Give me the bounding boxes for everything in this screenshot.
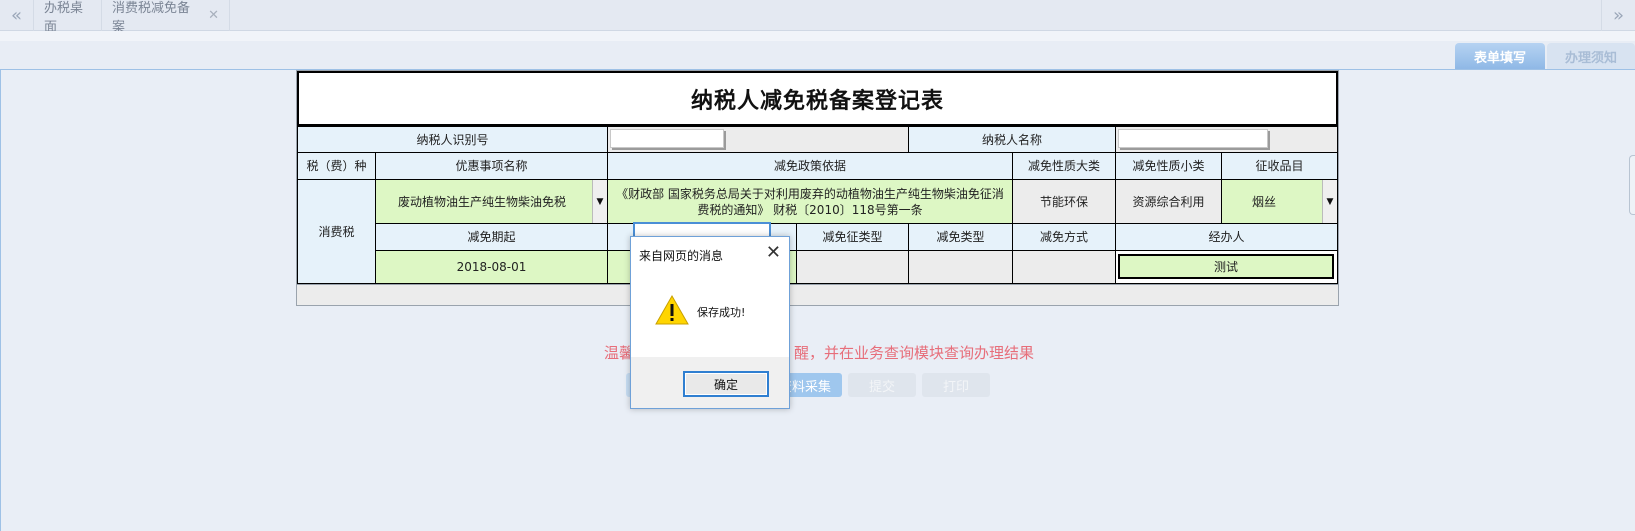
policy-basis-cell: 《财政部 国家税务总局关于对利用废弃的动植物油生产纯生物柴油免征消费税的通知》 … bbox=[607, 179, 1013, 224]
start-date-field[interactable]: 2018-08-01 bbox=[375, 250, 608, 284]
form-footer-row bbox=[297, 284, 1338, 305]
tab-scroll-left-icon[interactable]: « bbox=[0, 0, 34, 31]
preference-item-value: 废动植物油生产纯生物柴油免税 bbox=[398, 194, 567, 209]
preference-item-header: 优惠事项名称 bbox=[375, 152, 608, 180]
reduction-method-header: 减免方式 bbox=[1012, 223, 1116, 251]
handler-input[interactable]: 测试 bbox=[1118, 254, 1334, 279]
dialog-title: 来自网页的消息 bbox=[639, 249, 724, 263]
alert-dialog: 来自网页的消息 ✕ 保存成功! 确定 bbox=[630, 236, 790, 409]
nature-minor-cell: 资源综合利用 bbox=[1115, 179, 1222, 224]
print-button-label: 打印 bbox=[942, 379, 969, 395]
close-icon[interactable]: ✕ bbox=[766, 242, 781, 263]
tab-bar: « 办税桌面 消费税减免备案 ✕ » bbox=[0, 0, 1635, 35]
submit-button-label: 提交 bbox=[868, 379, 895, 395]
tab-label: 消费税减免备案 bbox=[112, 0, 191, 35]
tab-tax-desktop[interactable]: 办税桌面 bbox=[34, 0, 102, 35]
print-button[interactable]: 打印 bbox=[922, 373, 990, 397]
levy-type-cell bbox=[796, 250, 909, 284]
tab-notice[interactable]: 办理须知 bbox=[1547, 43, 1635, 69]
warning-icon bbox=[655, 294, 689, 325]
start-date-header: 减免期起 bbox=[375, 223, 608, 251]
reduction-type-cell bbox=[908, 250, 1013, 284]
nature-major-header: 减免性质大类 bbox=[1012, 152, 1116, 180]
handler-header: 经办人 bbox=[1115, 223, 1338, 251]
chevron-down-icon[interactable]: ▼ bbox=[592, 180, 607, 223]
nature-minor-header: 减免性质小类 bbox=[1115, 152, 1222, 180]
policy-basis-header: 减免政策依据 bbox=[607, 152, 1013, 180]
levy-type-header: 减免征类型 bbox=[796, 223, 909, 251]
tab-form-fill[interactable]: 表单填写 bbox=[1455, 43, 1545, 69]
reduction-type-header: 减免类型 bbox=[908, 223, 1013, 251]
reduction-method-cell bbox=[1012, 250, 1116, 284]
ok-button[interactable]: 确定 bbox=[683, 371, 769, 397]
levy-item-header: 征收品目 bbox=[1221, 152, 1338, 180]
taxpayer-id-label: 纳税人识别号 bbox=[297, 126, 608, 153]
levy-item-value: 烟丝 bbox=[1252, 194, 1277, 209]
dialog-message: 保存成功! bbox=[697, 306, 746, 319]
taxpayer-name-label: 纳税人名称 bbox=[908, 126, 1116, 153]
taxpayer-id-input[interactable] bbox=[610, 129, 724, 148]
taxpayer-name-input[interactable] bbox=[1118, 129, 1268, 148]
toolbar-strip bbox=[0, 31, 1635, 41]
chevron-down-icon[interactable]: ▼ bbox=[1322, 180, 1337, 223]
tab-close-icon[interactable]: ✕ bbox=[208, 8, 219, 23]
warm-tip-suffix: 醒，并在业务查询模块查询办理结果 bbox=[794, 344, 1035, 362]
taxpayer-name-cell bbox=[1115, 126, 1338, 153]
handler-cell: 测试 bbox=[1115, 250, 1338, 284]
side-collapse-handle[interactable] bbox=[1629, 155, 1635, 215]
tax-type-header: 税（费）种 bbox=[297, 152, 376, 180]
nature-major-cell: 节能环保 bbox=[1012, 179, 1116, 224]
tax-type-cell: 消费税 bbox=[297, 179, 376, 284]
preference-item-select[interactable]: 废动植物油生产纯生物柴油免税 ▼ bbox=[375, 179, 608, 224]
taxpayer-id-cell bbox=[607, 126, 909, 153]
tab-consumption-tax-filing[interactable]: 消费税减免备案 ✕ bbox=[102, 0, 230, 35]
dialog-footer: 确定 bbox=[631, 357, 789, 408]
tab-label: 办税桌面 bbox=[44, 0, 84, 35]
form-title: 纳税人减免税备案登记表 bbox=[297, 71, 1338, 126]
submit-button[interactable]: 提交 bbox=[848, 373, 916, 397]
filing-form: 纳税人减免税备案登记表 纳税人识别号 纳税人名称 税（费）种 优惠事项名称 减免… bbox=[296, 70, 1339, 306]
levy-item-select[interactable]: 烟丝 ▼ bbox=[1221, 179, 1338, 224]
tab-scroll-right-icon[interactable]: » bbox=[1601, 0, 1635, 31]
